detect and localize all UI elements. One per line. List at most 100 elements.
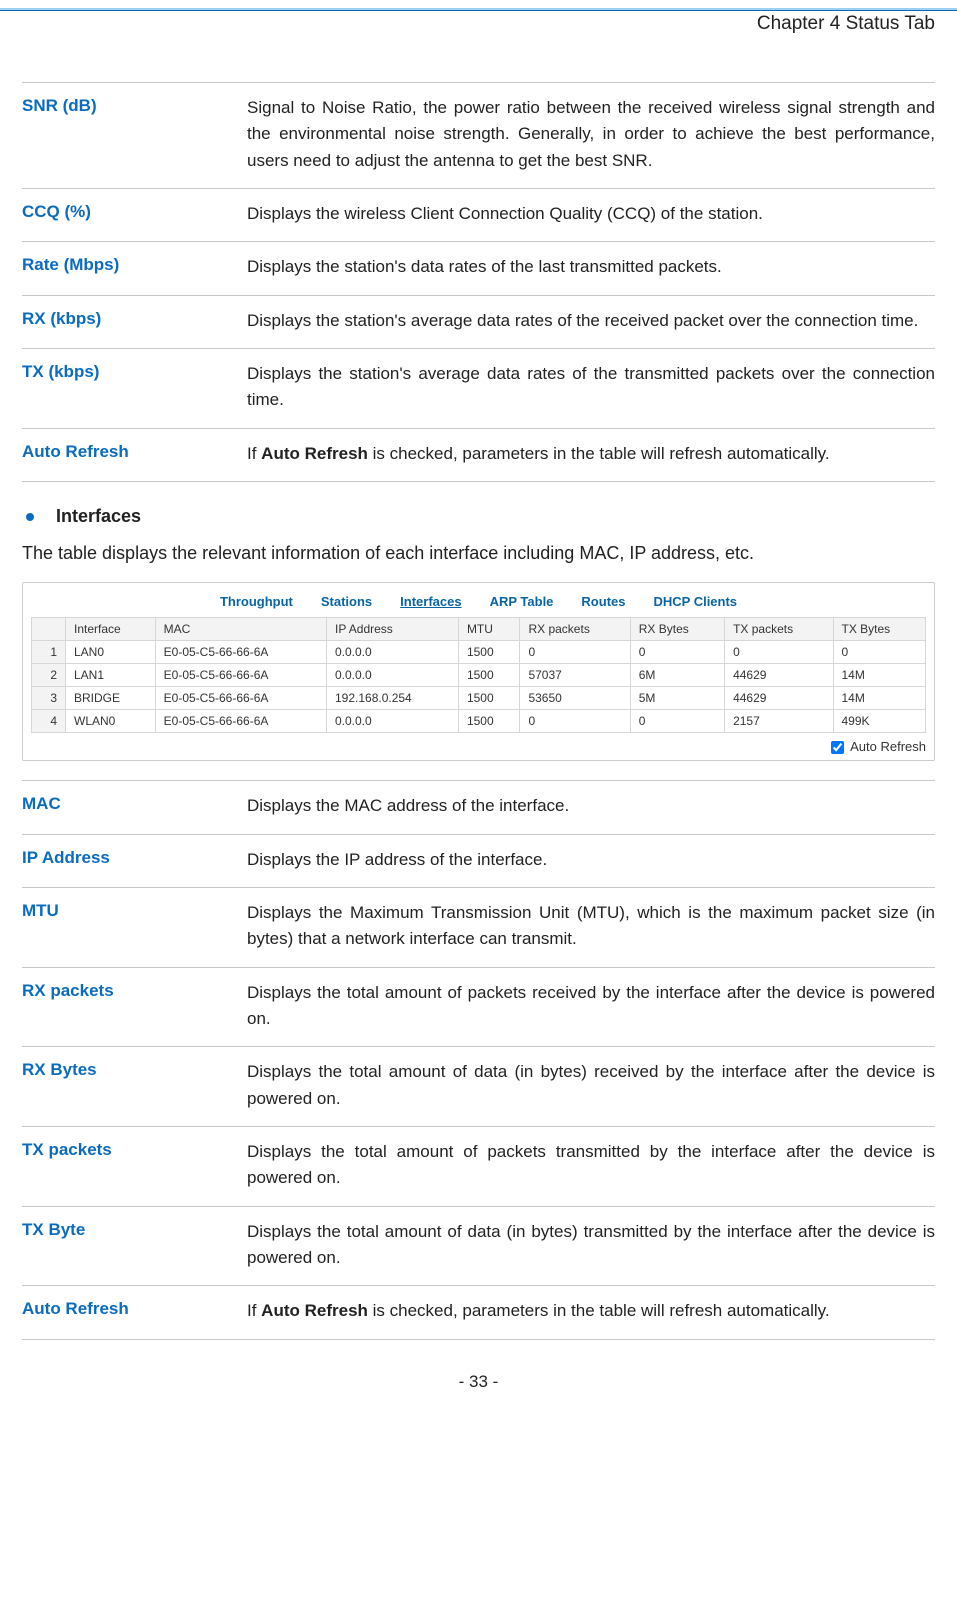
definition-term: SNR (dB) — [22, 95, 247, 174]
definition-term: TX packets — [22, 1139, 247, 1192]
table-cell: 499K — [833, 710, 926, 733]
text-prefix: If — [247, 444, 261, 463]
text-prefix: If — [247, 1301, 261, 1320]
definition-row-auto-refresh-top: Auto Refresh If Auto Refresh is checked,… — [22, 428, 935, 482]
table-cell: WLAN0 — [66, 710, 156, 733]
tab-interfaces[interactable]: Interfaces — [386, 594, 475, 611]
column-header: RX Bytes — [630, 618, 724, 641]
column-header: RX packets — [520, 618, 630, 641]
definition-term: MAC — [22, 793, 247, 819]
table-cell: 1500 — [458, 687, 520, 710]
column-header: TX packets — [725, 618, 833, 641]
definition-row-bottom-5: TX packetsDisplays the total amount of p… — [22, 1126, 935, 1207]
definition-term: Rate (Mbps) — [22, 254, 247, 280]
table-cell: 0 — [725, 641, 833, 664]
table-cell: 14M — [833, 687, 926, 710]
table-body: 1LAN0E0-05-C5-66-66-6A0.0.0.0150000002LA… — [32, 641, 926, 733]
table-row: 2LAN1E0-05-C5-66-66-6A0.0.0.01500570376M… — [32, 664, 926, 687]
definition-description: Displays the station's average data rate… — [247, 361, 935, 414]
table-cell: 0 — [833, 641, 926, 664]
interfaces-table: InterfaceMACIP AddressMTURX packetsRX By… — [31, 617, 926, 733]
definition-description: Displays the wireless Client Connection … — [247, 201, 935, 227]
table-cell: E0-05-C5-66-66-6A — [155, 641, 326, 664]
table-cell: 4 — [32, 710, 66, 733]
definition-term: CCQ (%) — [22, 201, 247, 227]
table-cell: 0.0.0.0 — [326, 664, 458, 687]
section-header: Interfaces — [26, 506, 935, 527]
table-cell: 6M — [630, 664, 724, 687]
table-cell: 53650 — [520, 687, 630, 710]
table-row: 1LAN0E0-05-C5-66-66-6A0.0.0.015000000 — [32, 641, 926, 664]
table-cell: 0 — [630, 641, 724, 664]
definition-description: Displays the station's data rates of the… — [247, 254, 935, 280]
tab-arp-table[interactable]: ARP Table — [476, 594, 568, 611]
column-header: MAC — [155, 618, 326, 641]
table-cell: 0 — [520, 641, 630, 664]
column-header: IP Address — [326, 618, 458, 641]
section-title: Interfaces — [56, 506, 141, 527]
section-intro-text: The table displays the relevant informat… — [22, 543, 935, 564]
table-cell: E0-05-C5-66-66-6A — [155, 664, 326, 687]
table-cell: 57037 — [520, 664, 630, 687]
definition-term: RX Bytes — [22, 1059, 247, 1112]
table-cell: LAN0 — [66, 641, 156, 664]
definition-row-bottom-3: RX packetsDisplays the total amount of p… — [22, 967, 935, 1048]
table-cell: 1500 — [458, 710, 520, 733]
bullet-icon — [26, 513, 34, 521]
definition-term: TX Byte — [22, 1219, 247, 1272]
definition-description: If Auto Refresh is checked, parameters i… — [247, 1298, 935, 1324]
definition-term: Auto Refresh — [22, 1298, 247, 1324]
tab-stations[interactable]: Stations — [307, 594, 386, 611]
column-header: TX Bytes — [833, 618, 926, 641]
definition-description: Displays the Maximum Transmission Unit (… — [247, 900, 935, 953]
page-number: - 33 - — [0, 1372, 957, 1392]
table-cell: 192.168.0.254 — [326, 687, 458, 710]
definition-row-top-1: CCQ (%)Displays the wireless Client Conn… — [22, 188, 935, 242]
table-cell: 0.0.0.0 — [326, 710, 458, 733]
table-cell: 44629 — [725, 664, 833, 687]
table-cell: 14M — [833, 664, 926, 687]
table-cell: E0-05-C5-66-66-6A — [155, 710, 326, 733]
table-cell: 2157 — [725, 710, 833, 733]
column-header: MTU — [458, 618, 520, 641]
definition-row-top-0: SNR (dB)Signal to Noise Ratio, the power… — [22, 82, 935, 189]
column-header — [32, 618, 66, 641]
tab-routes[interactable]: Routes — [567, 594, 639, 611]
definition-term: RX (kbps) — [22, 308, 247, 334]
table-cell: BRIDGE — [66, 687, 156, 710]
auto-refresh-label[interactable]: Auto Refresh — [831, 739, 926, 754]
definition-description: Displays the total amount of data (in by… — [247, 1219, 935, 1272]
definition-term: Auto Refresh — [22, 441, 247, 467]
definition-description: Displays the total amount of packets tra… — [247, 1139, 935, 1192]
table-cell: 1500 — [458, 641, 520, 664]
table-row: 4WLAN0E0-05-C5-66-66-6A0.0.0.01500002157… — [32, 710, 926, 733]
table-cell: 1500 — [458, 664, 520, 687]
table-row: 3BRIDGEE0-05-C5-66-66-6A192.168.0.254150… — [32, 687, 926, 710]
text-suffix: is checked, parameters in the table will… — [368, 444, 830, 463]
table-cell: E0-05-C5-66-66-6A — [155, 687, 326, 710]
definition-row-bottom-2: MTUDisplays the Maximum Transmission Uni… — [22, 887, 935, 968]
definition-row-bottom-6: TX ByteDisplays the total amount of data… — [22, 1206, 935, 1287]
definition-description: Signal to Noise Ratio, the power ratio b… — [247, 95, 935, 174]
column-header: Interface — [66, 618, 156, 641]
table-cell: LAN1 — [66, 664, 156, 687]
definition-term: MTU — [22, 900, 247, 953]
definition-term: TX (kbps) — [22, 361, 247, 414]
table-cell: 0.0.0.0 — [326, 641, 458, 664]
tab-dhcp-clients[interactable]: DHCP Clients — [639, 594, 751, 611]
definition-description: Displays the IP address of the interface… — [247, 847, 935, 873]
auto-refresh-checkbox[interactable] — [831, 741, 844, 754]
tab-throughput[interactable]: Throughput — [206, 594, 307, 611]
definition-row-top-2: Rate (Mbps)Displays the station's data r… — [22, 241, 935, 295]
definition-description: Displays the MAC address of the interfac… — [247, 793, 935, 819]
chapter-title: Chapter 4 Status Tab — [0, 10, 957, 35]
table-cell: 0 — [520, 710, 630, 733]
definition-term: IP Address — [22, 847, 247, 873]
auto-refresh-text: Auto Refresh — [850, 739, 926, 754]
definition-row-bottom-4: RX BytesDisplays the total amount of dat… — [22, 1046, 935, 1127]
definition-row-auto-refresh-bottom: Auto Refresh If Auto Refresh is checked,… — [22, 1285, 935, 1339]
panel-tabs: ThroughputStationsInterfacesARP TableRou… — [31, 593, 926, 611]
table-cell: 1 — [32, 641, 66, 664]
interfaces-panel: ThroughputStationsInterfacesARP TableRou… — [22, 582, 935, 761]
auto-refresh-row: Auto Refresh — [31, 739, 926, 754]
